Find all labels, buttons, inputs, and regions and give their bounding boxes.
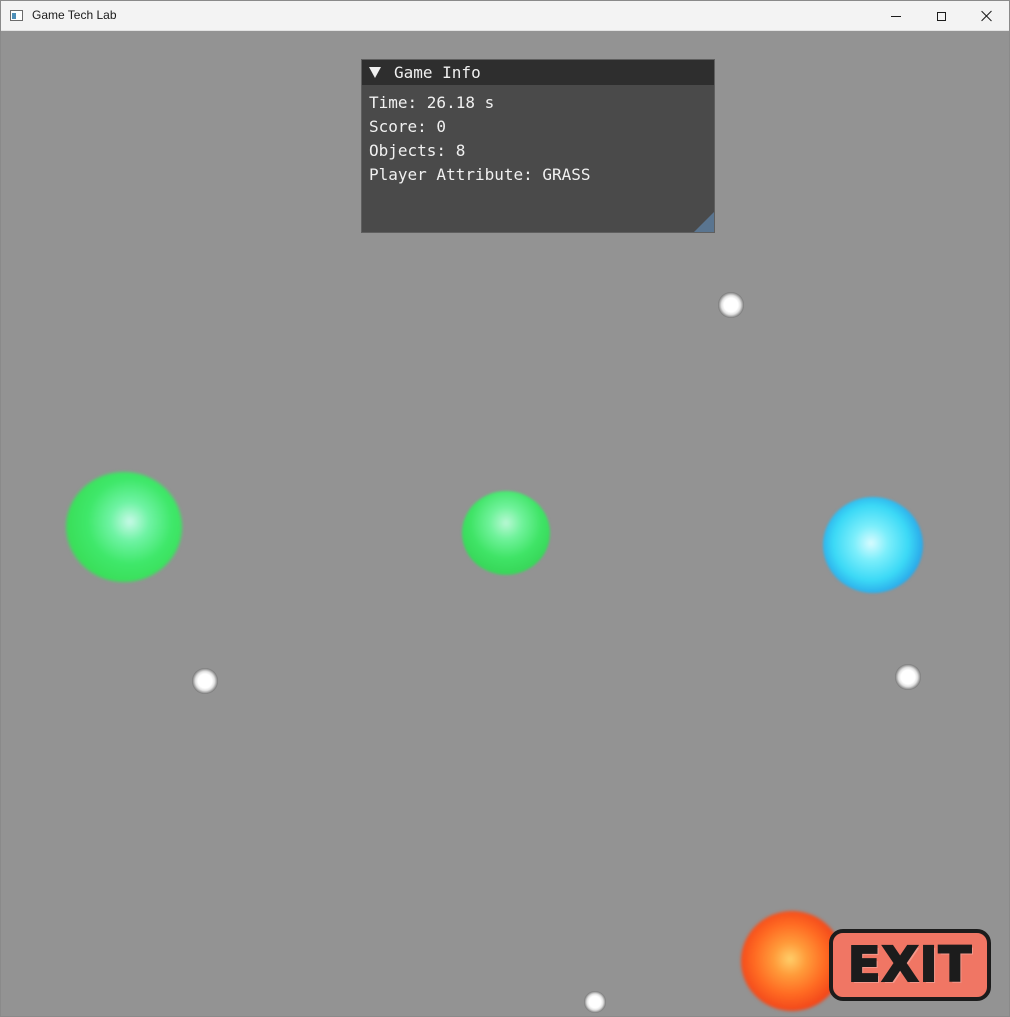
exit-label: EXIT: [847, 936, 973, 994]
time-readout: Time: 26.18 s: [369, 93, 495, 112]
panel-body: Time: 26.18 s Score: 0 Objects: 8 Player…: [362, 85, 714, 187]
maximize-button[interactable]: [918, 1, 964, 31]
close-icon: [981, 10, 993, 22]
minimize-button[interactable]: [873, 1, 919, 31]
green-orb: [462, 491, 550, 575]
white-pellet: [192, 668, 218, 694]
window-title: Game Tech Lab: [32, 8, 117, 22]
blue-orb: [823, 497, 923, 593]
resize-grip-icon[interactable]: [694, 212, 714, 232]
collapse-arrow-icon[interactable]: [369, 67, 381, 78]
maximize-icon: [936, 11, 946, 21]
panel-title: Game Info: [394, 63, 481, 82]
white-pellet: [895, 664, 921, 690]
green-orb: [66, 472, 182, 582]
game-info-panel[interactable]: Game Info Time: 26.18 s Score: 0 Objects…: [361, 59, 715, 233]
minimize-icon: [891, 15, 901, 17]
exit-button[interactable]: EXIT: [829, 929, 991, 1001]
game-window: Game Tech Lab Game Info Time: 26.18 s Sc…: [0, 0, 1010, 1017]
player-attribute-readout: Player Attribute: GRASS: [369, 165, 591, 184]
objects-readout: Objects: 8: [369, 141, 466, 160]
white-pellet: [718, 292, 744, 318]
close-button[interactable]: [964, 1, 1009, 31]
score-readout: Score: 0: [369, 117, 447, 136]
panel-header[interactable]: Game Info: [362, 60, 714, 85]
player-orb: [741, 911, 843, 1011]
title-bar[interactable]: Game Tech Lab: [1, 1, 1009, 31]
app-icon: [10, 10, 23, 21]
white-pellet: [584, 991, 606, 1013]
game-viewport[interactable]: Game Info Time: 26.18 s Score: 0 Objects…: [1, 31, 1009, 1016]
